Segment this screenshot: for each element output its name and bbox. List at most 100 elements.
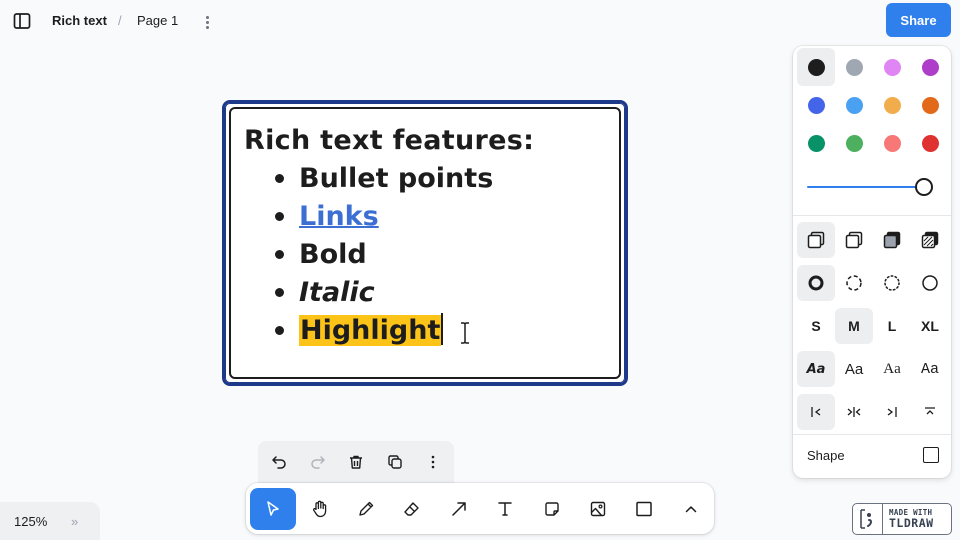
main-toolbar: [246, 483, 714, 534]
more-tools-chevron-up-icon[interactable]: [668, 488, 714, 530]
redo-icon[interactable]: [299, 443, 338, 481]
rich-text-content[interactable]: Rich text features: Bullet points Links …: [244, 122, 534, 350]
more-actions-icon[interactable]: [414, 443, 453, 481]
size-row: S M L XL: [797, 308, 949, 344]
shape-toggle-row[interactable]: Shape: [807, 444, 939, 466]
opacity-slider[interactable]: [807, 176, 937, 198]
color-swatch-light-red[interactable]: [873, 124, 911, 162]
dash-row: [797, 265, 949, 301]
font-serif-button[interactable]: Aa: [873, 351, 911, 387]
color-swatch-light-green[interactable]: [835, 124, 873, 162]
select-tool-icon[interactable]: [250, 487, 297, 530]
share-button[interactable]: Share: [886, 3, 951, 37]
rich-text-title: Rich text features:: [244, 125, 535, 156]
size-s-button[interactable]: S: [797, 308, 835, 344]
color-dot-icon: [845, 96, 863, 114]
expand-minimap-icon[interactable]: »: [71, 514, 78, 529]
hand-tool-icon[interactable]: [296, 488, 342, 530]
trash-icon[interactable]: [337, 443, 376, 481]
color-dot-icon: [883, 134, 901, 152]
eraser-tool-icon[interactable]: [389, 488, 435, 530]
top-bar: Rich text / Page 1 Share: [0, 0, 960, 44]
color-dot-icon: [807, 58, 825, 76]
bold-text: Bold: [299, 239, 367, 270]
color-swatch-black[interactable]: [797, 48, 835, 86]
size-xl-button[interactable]: XL: [911, 308, 949, 344]
color-swatch-green[interactable]: [797, 124, 835, 162]
color-dot-icon: [807, 134, 825, 152]
bullet-dot-icon: [275, 326, 284, 335]
page-menu-icon[interactable]: [199, 12, 215, 32]
font-mono-button[interactable]: Aa: [911, 351, 949, 387]
color-dot-icon: [807, 96, 825, 114]
draw-tool-icon[interactable]: [343, 488, 389, 530]
bullet-text: Bullet points: [299, 163, 494, 194]
fill-none-icon[interactable]: [797, 222, 835, 258]
color-dot-icon: [921, 134, 939, 152]
text-caret: [441, 313, 444, 345]
bullet-dot-icon: [275, 250, 284, 259]
arrow-tool-icon[interactable]: [436, 488, 482, 530]
color-dot-icon: [845, 58, 863, 76]
font-sans-button[interactable]: Aa: [835, 351, 873, 387]
style-panel: S M L XL Aa Aa Aa Aa Shape: [793, 46, 951, 478]
font-draw-button[interactable]: Aa: [797, 351, 835, 387]
bullet-item: Bold: [244, 236, 534, 274]
undo-icon[interactable]: [260, 443, 299, 481]
color-swatch-grey[interactable]: [835, 48, 873, 86]
shape-toggle-label: Shape: [807, 447, 845, 463]
dash-solid-icon[interactable]: [911, 265, 949, 301]
quick-actions-bar: [258, 441, 454, 483]
zoom-level[interactable]: 125%: [14, 514, 47, 529]
breadcrumb-separator: /: [118, 13, 122, 28]
panel-divider: [793, 434, 951, 435]
align-row: [797, 394, 949, 430]
color-dot-icon: [845, 134, 863, 152]
document-title[interactable]: Rich text: [52, 13, 107, 28]
sidebar-toggle-icon[interactable]: [12, 11, 32, 31]
font-row: Aa Aa Aa Aa: [797, 351, 949, 387]
badge-text: MADE WITH TLDRAW: [883, 508, 934, 530]
tldraw-logo-icon: [853, 504, 883, 534]
color-swatch-blue[interactable]: [797, 86, 835, 124]
color-swatch-light-violet[interactable]: [873, 48, 911, 86]
color-swatch-yellow[interactable]: [873, 86, 911, 124]
color-swatch-violet[interactable]: [911, 48, 949, 86]
fill-semi-icon[interactable]: [835, 222, 873, 258]
opacity-slider-thumb[interactable]: [915, 178, 933, 196]
dash-dashed-icon[interactable]: [835, 265, 873, 301]
page-name[interactable]: Page 1: [137, 13, 178, 28]
color-swatch-red[interactable]: [911, 124, 949, 162]
made-with-tldraw-badge[interactable]: MADE WITH TLDRAW: [852, 503, 952, 535]
size-l-button[interactable]: L: [873, 308, 911, 344]
color-swatch-orange[interactable]: [911, 86, 949, 124]
align-end-icon[interactable]: [873, 394, 911, 430]
vertical-align-icon[interactable]: [911, 394, 949, 430]
size-m-button[interactable]: M: [835, 308, 873, 344]
opacity-slider-track: [807, 186, 927, 188]
text-tool-icon[interactable]: [482, 488, 528, 530]
bullet-dot-icon: [275, 288, 284, 297]
duplicate-icon[interactable]: [376, 443, 415, 481]
color-dot-icon: [921, 96, 939, 114]
align-middle-icon[interactable]: [835, 394, 873, 430]
italic-text: Italic: [299, 277, 375, 308]
fill-pattern-icon[interactable]: [911, 222, 949, 258]
rectangle-tool-icon[interactable]: [621, 488, 667, 530]
highlighted-text: Highlight: [299, 315, 442, 346]
bullet-dot-icon: [275, 174, 284, 183]
bullet-item: Links: [244, 198, 534, 236]
note-tool-icon[interactable]: [528, 488, 574, 530]
align-start-icon[interactable]: [797, 394, 835, 430]
link-text[interactable]: Links: [299, 201, 379, 232]
dash-draw-icon[interactable]: [797, 265, 835, 301]
badge-line-2: TLDRAW: [889, 516, 934, 530]
fill-solid-icon[interactable]: [873, 222, 911, 258]
image-tool-icon[interactable]: [575, 488, 621, 530]
shape-checkbox[interactable]: [923, 447, 939, 463]
bullet-item: Italic: [244, 274, 534, 312]
color-swatch-light-blue[interactable]: [835, 86, 873, 124]
zoom-control: 125% »: [0, 502, 100, 540]
color-dot-icon: [883, 58, 901, 76]
dash-dotted-icon[interactable]: [873, 265, 911, 301]
